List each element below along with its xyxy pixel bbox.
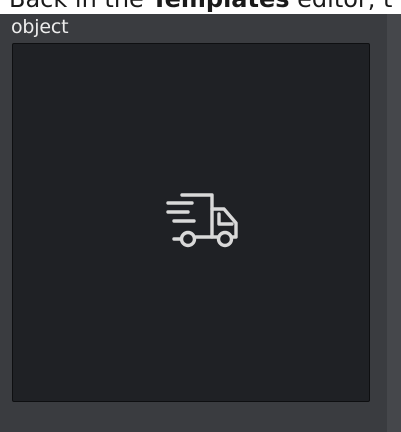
doc-text-before: Back in the <box>9 0 151 13</box>
document-text: Back in the Templates editor, t <box>9 0 392 13</box>
right-gutter <box>387 14 401 432</box>
document-text-strip: Back in the Templates editor, t <box>0 0 401 14</box>
object-preview-box[interactable] <box>12 43 370 402</box>
field-label: object <box>11 16 69 38</box>
doc-text-after: editor, t <box>290 0 392 13</box>
page: Back in the Templates editor, t object <box>0 0 401 432</box>
doc-text-bold: Templates <box>151 0 289 13</box>
object-field-panel: object <box>0 14 387 432</box>
delivery-truck-icon <box>166 193 238 248</box>
